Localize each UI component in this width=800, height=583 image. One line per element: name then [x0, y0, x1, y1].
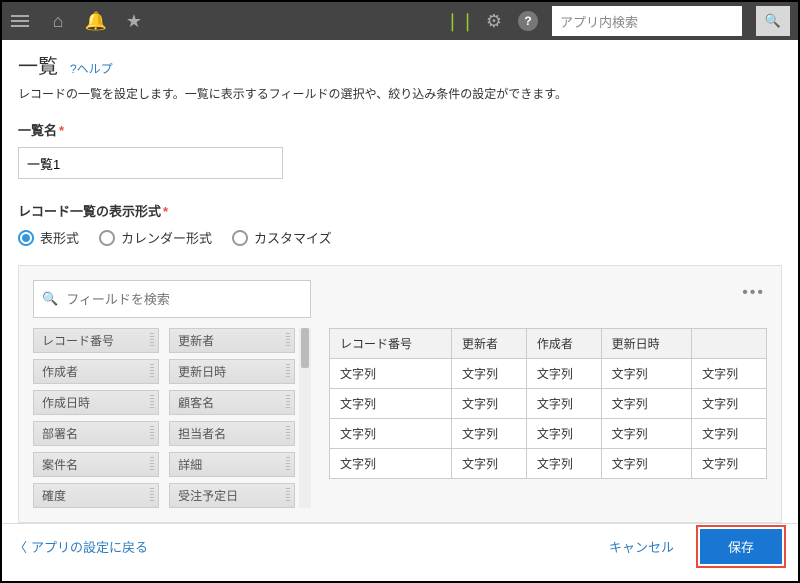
search-placeholder: アプリ内検索	[560, 12, 638, 31]
cancel-button[interactable]: キャンセル	[597, 529, 686, 564]
field-chip[interactable]: 顧客名	[169, 390, 295, 415]
field-chip[interactable]: レコード番号	[33, 328, 159, 353]
list-name-label: 一覧名*	[18, 120, 782, 139]
field-chip[interactable]: 確度	[33, 483, 159, 508]
field-chip[interactable]: 詳細	[169, 452, 295, 477]
table-cell: 文字列	[601, 419, 692, 449]
table-header: 作成者	[526, 329, 601, 359]
table-cell: 文字列	[330, 389, 452, 419]
radio-icon	[232, 230, 248, 246]
field-chip[interactable]: 受注予定日	[169, 483, 295, 508]
home-icon[interactable]: ⌂	[48, 11, 68, 31]
menu-icon[interactable]	[10, 11, 30, 31]
table-cell: 文字列	[452, 419, 527, 449]
table-cell: 文字列	[526, 449, 601, 479]
table-row: 文字列文字列文字列文字列文字列	[330, 389, 767, 419]
field-chip[interactable]: 更新者	[169, 328, 295, 353]
table-cell: 文字列	[330, 419, 452, 449]
table-cell: 文字列	[330, 359, 452, 389]
table-cell: 文字列	[692, 359, 767, 389]
table-cell: 文字列	[452, 359, 527, 389]
table-cell: 文字列	[692, 389, 767, 419]
global-search-button[interactable]: 🔍	[756, 6, 790, 36]
radio-label: 表形式	[40, 228, 79, 247]
page-title: 一覧	[18, 50, 58, 79]
help-link[interactable]: ?ヘルプ	[70, 60, 113, 77]
field-chip[interactable]: 更新日時	[169, 359, 295, 384]
table-cell: 文字列	[330, 449, 452, 479]
field-chip[interactable]: 担当者名	[169, 421, 295, 446]
radio-icon	[99, 230, 115, 246]
table-cell: 文字列	[601, 449, 692, 479]
field-search-input[interactable]: 🔍	[33, 280, 311, 318]
bell-icon[interactable]: 🔔	[86, 11, 106, 31]
search-icon: 🔍	[765, 13, 781, 29]
radio-label: カレンダー形式	[121, 228, 212, 247]
radio-icon	[18, 230, 34, 246]
more-icon[interactable]: •••	[742, 284, 765, 302]
table-cell: 文字列	[526, 419, 601, 449]
table-cell: 文字列	[692, 449, 767, 479]
table-row: 文字列文字列文字列文字列文字列	[330, 449, 767, 479]
table-cell: 文字列	[601, 389, 692, 419]
table-cell: 文字列	[526, 389, 601, 419]
global-search-input[interactable]: アプリ内検索	[552, 6, 742, 36]
list-name-input[interactable]	[18, 147, 283, 179]
page-description: レコードの一覧を設定します。一覧に表示するフィールドの選択や、絞り込み条件の設定…	[18, 85, 782, 102]
leaf-icon[interactable]: ❘❘	[450, 11, 470, 31]
preview-table: レコード番号更新者作成者更新日時 文字列文字列文字列文字列文字列文字列文字列文字…	[329, 328, 767, 479]
display-format-radio[interactable]: カスタマイズ	[232, 228, 332, 247]
table-cell: 文字列	[526, 359, 601, 389]
search-icon: 🔍	[42, 291, 58, 307]
table-cell: 文字列	[692, 419, 767, 449]
table-header: 更新日時	[601, 329, 692, 359]
display-format-radio[interactable]: カレンダー形式	[99, 228, 212, 247]
display-format-radio[interactable]: 表形式	[18, 228, 79, 247]
table-cell: 文字列	[601, 359, 692, 389]
help-icon[interactable]: ?	[518, 11, 538, 31]
star-icon[interactable]: ★	[124, 11, 144, 31]
display-format-label: レコード一覧の表示形式*	[18, 201, 782, 220]
gear-icon[interactable]: ⚙	[484, 11, 504, 31]
table-cell: 文字列	[452, 389, 527, 419]
table-header: レコード番号	[330, 329, 452, 359]
field-chip[interactable]: 作成者	[33, 359, 159, 384]
field-list-scrollbar[interactable]	[299, 328, 311, 508]
field-chip[interactable]: 部署名	[33, 421, 159, 446]
field-chip[interactable]: 案件名	[33, 452, 159, 477]
field-chip[interactable]: 作成日時	[33, 390, 159, 415]
table-row: 文字列文字列文字列文字列文字列	[330, 419, 767, 449]
chevron-left-icon: 〈	[14, 537, 27, 556]
radio-label: カスタマイズ	[254, 228, 332, 247]
back-to-settings-link[interactable]: 〈 アプリの設定に戻る	[14, 537, 148, 556]
table-header	[692, 329, 767, 359]
table-header: 更新者	[452, 329, 527, 359]
save-button[interactable]: 保存	[700, 529, 782, 564]
table-cell: 文字列	[452, 449, 527, 479]
table-row: 文字列文字列文字列文字列文字列	[330, 359, 767, 389]
